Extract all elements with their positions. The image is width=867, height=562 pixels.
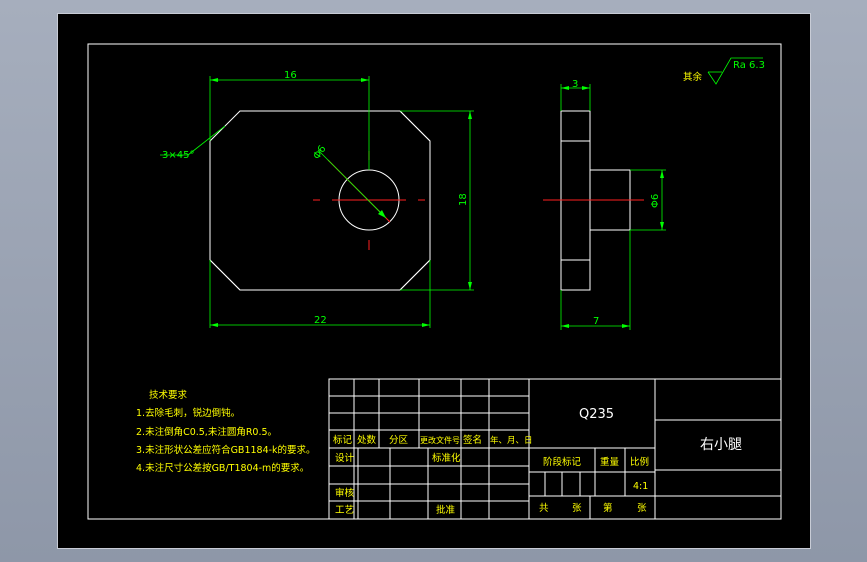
svg-text:分区: 分区 [389, 435, 409, 446]
svg-text:标记: 标记 [333, 434, 353, 446]
svg-text:Ra 6.3: Ra 6.3 [733, 60, 765, 71]
dim-side-total: 7 [593, 316, 599, 327]
svg-text:阶段标记: 阶段标记 [543, 456, 582, 468]
note-3: 3.未注形状公差应符合GB1184-k的要求。 [136, 444, 316, 456]
svg-text:签名: 签名 [463, 434, 482, 446]
material-label: Q235 [579, 407, 614, 422]
roughness-symbol: 其余 Ra 6.3 [683, 57, 765, 85]
svg-text:标准化: 标准化 [432, 452, 461, 464]
svg-text:处数: 处数 [357, 434, 377, 446]
side-view: 3 7 Φ6 [543, 79, 666, 330]
chamfer-label: 3×45° [162, 150, 194, 161]
svg-text:共: 共 [539, 503, 549, 514]
svg-text:第: 第 [603, 502, 613, 514]
scale-value: 4:1 [633, 481, 648, 492]
svg-text:批准: 批准 [436, 504, 456, 516]
notes-title: 技术要求 [149, 389, 188, 401]
title-block: Q235 右小腿 标记 处数 分区 更改文件号 签名 年、月、日 设计 标准化 … [328, 378, 782, 520]
engineering-drawing: Φ6 16 22 18 3×45° 3 7 Φ6 其余 Ra 6.3 技术要求 … [87, 43, 782, 520]
part-name: 右小腿 [700, 437, 742, 453]
dim-top-width: 16 [284, 70, 297, 81]
hole-leader [317, 149, 387, 219]
svg-text:比例: 比例 [630, 456, 649, 468]
svg-text:重量: 重量 [600, 456, 620, 468]
dim-boss-diameter: Φ6 [650, 194, 661, 208]
note-1: 1.去除毛刺，锐边倒钝。 [136, 407, 240, 419]
dim-height: 18 [458, 193, 469, 206]
svg-text:设计: 设计 [335, 452, 355, 464]
note-4: 4.未注尺寸公差按GB/T1804-m的要求。 [136, 462, 309, 474]
svg-text:更改文件号: 更改文件号 [420, 435, 460, 445]
svg-text:张: 张 [637, 503, 647, 514]
hole-diameter-label: Φ6 [311, 144, 328, 162]
svg-text:张: 张 [572, 503, 582, 514]
svg-text:工艺: 工艺 [335, 505, 354, 516]
front-view: Φ6 16 22 18 3×45° [160, 70, 474, 328]
dim-side-thickness: 3 [572, 79, 578, 90]
technical-notes: 技术要求 1.去除毛刺，锐边倒钝。 2.未注倒角C0.5,未注圆角R0.5。 3… [136, 389, 316, 474]
dim-bottom-width: 22 [314, 315, 327, 326]
note-2: 2.未注倒角C0.5,未注圆角R0.5。 [136, 426, 277, 438]
svg-text:审核: 审核 [335, 487, 355, 499]
svg-text:年、月、日: 年、月、日 [490, 435, 533, 446]
svg-text:其余: 其余 [683, 71, 703, 83]
